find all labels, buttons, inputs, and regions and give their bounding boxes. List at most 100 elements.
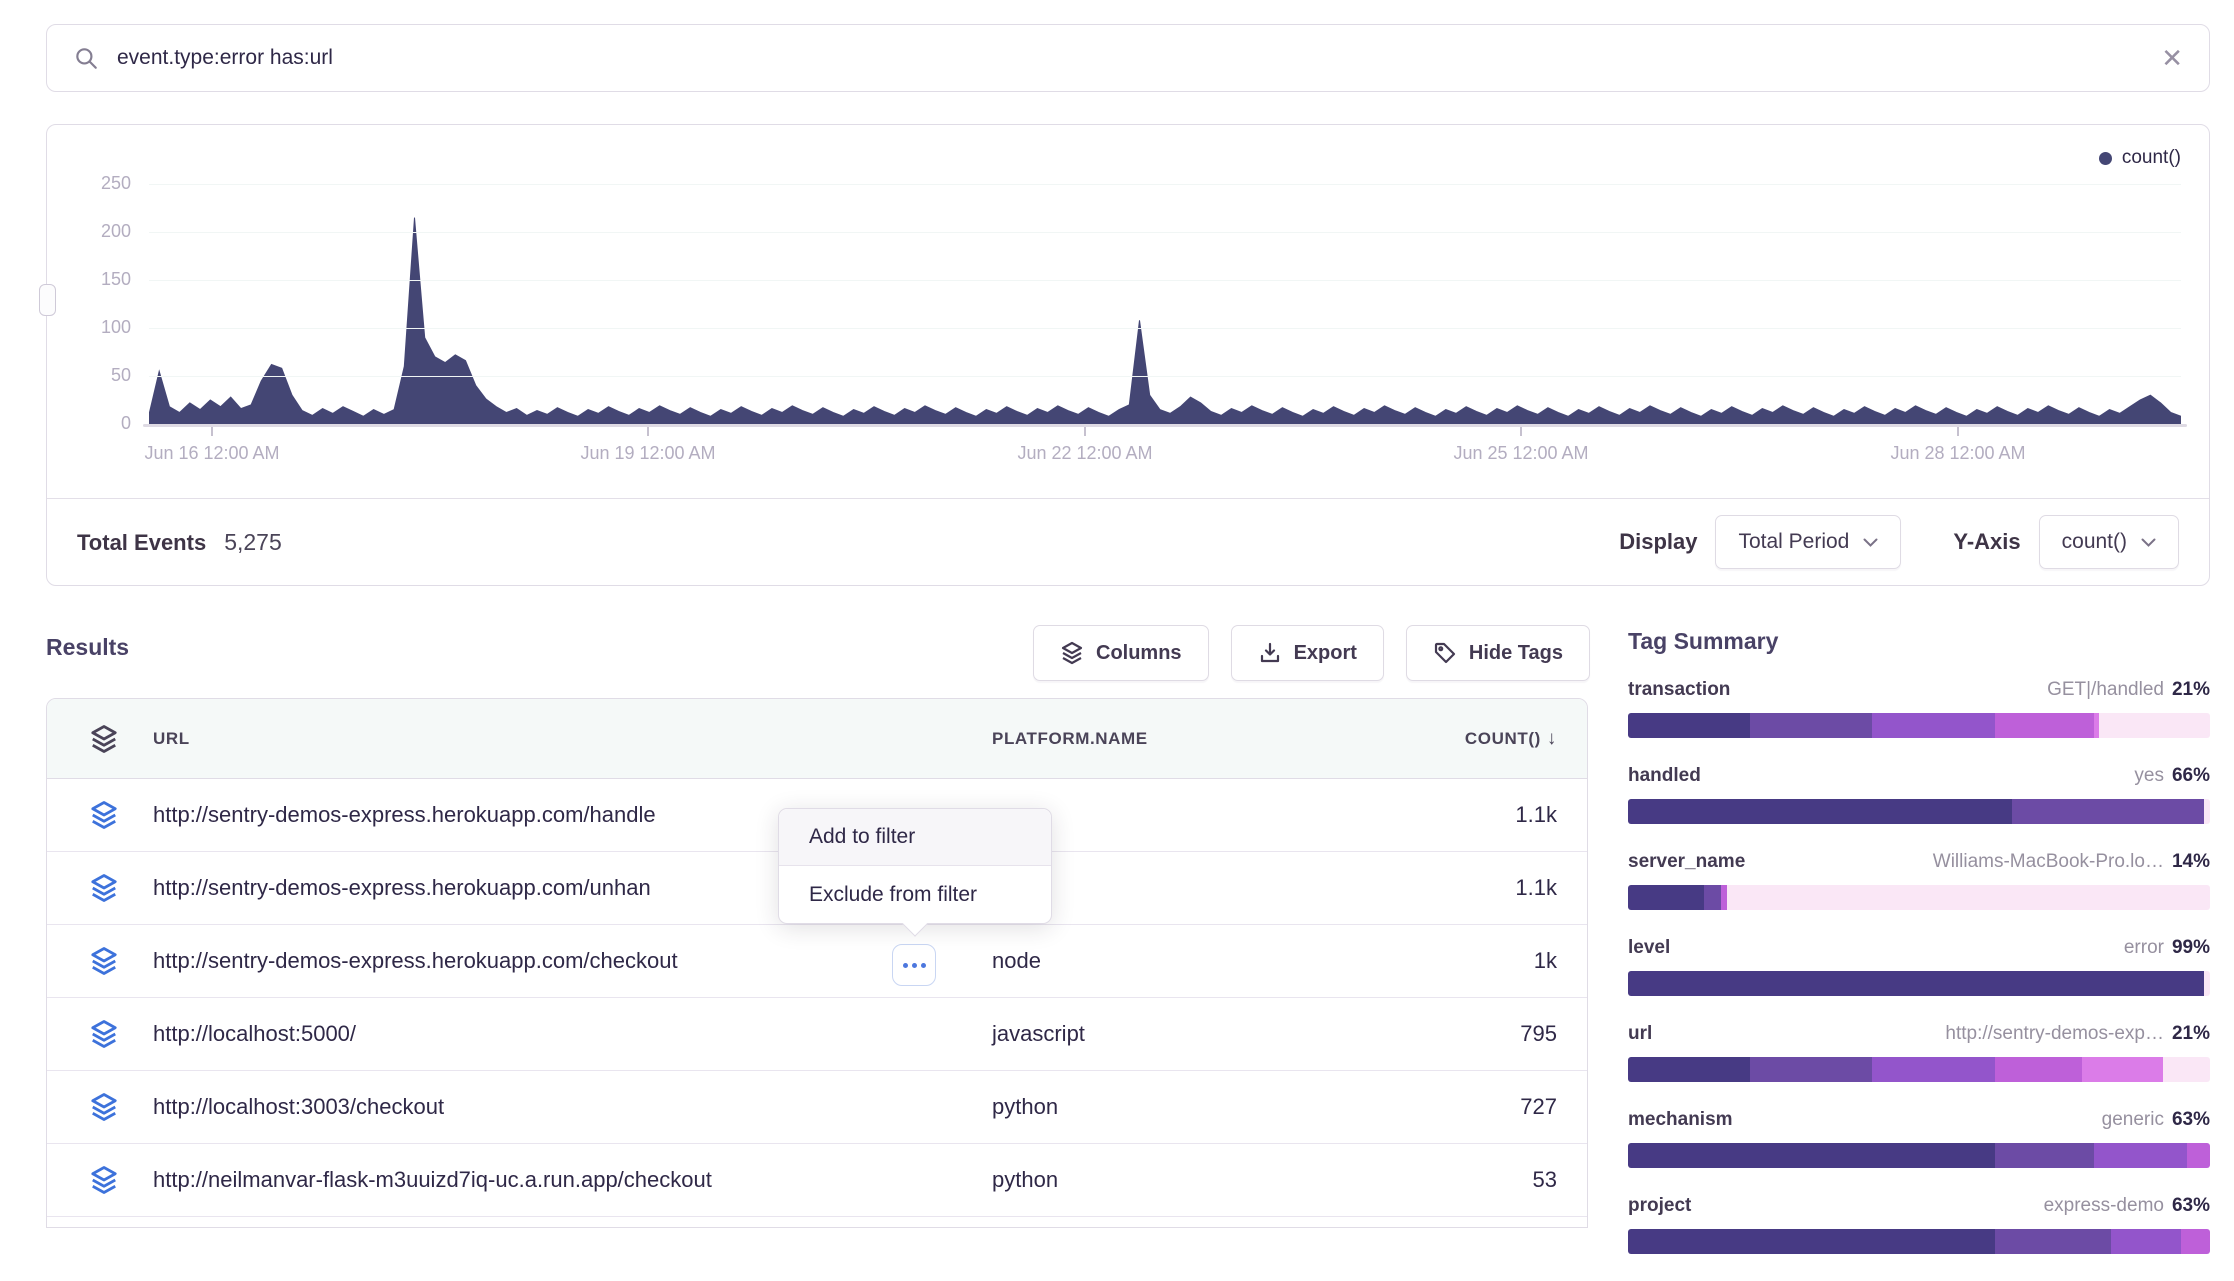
x-axis-tick-label: Jun 25 12:00 AM — [1411, 443, 1631, 464]
columns-button[interactable]: Columns — [1033, 625, 1209, 681]
tag-bar-segment[interactable] — [1628, 799, 2012, 824]
url-cell[interactable]: http://localhost:3003/checkout — [153, 1094, 992, 1120]
discover-page: { "search": { "query": "event.type:error… — [0, 0, 2234, 1224]
columns-button-label: Columns — [1096, 642, 1182, 665]
legend-dot-icon — [2099, 152, 2112, 165]
column-header-count[interactable]: COUNT()↓ — [1412, 728, 1557, 750]
download-icon — [1258, 641, 1282, 665]
y-axis-tick-label: 0 — [69, 413, 131, 434]
yaxis-select-value: count() — [2062, 530, 2127, 554]
total-events-value: 5,275 — [224, 529, 282, 556]
display-select[interactable]: Total Period — [1715, 515, 1901, 569]
tag-distribution-bar[interactable] — [1628, 1057, 2210, 1082]
table-row[interactable]: http://localhost:3003/checkoutpython727 — [47, 1071, 1587, 1144]
x-axis-tick-label: Jun 28 12:00 AM — [1848, 443, 2068, 464]
tag-bar-segment[interactable] — [2012, 799, 2204, 824]
stack-icon — [1060, 641, 1084, 665]
search-bar: ✕ — [46, 24, 2210, 92]
yaxis-select[interactable]: count() — [2039, 515, 2179, 569]
platform-cell[interactable]: node — [992, 948, 1412, 974]
tag-bar-segment[interactable] — [1628, 885, 1704, 910]
tag-bar-segment[interactable] — [1995, 1057, 2082, 1082]
export-button-label: Export — [1294, 642, 1357, 665]
tag-bar-segment[interactable] — [1628, 1057, 1750, 1082]
tag-summary-panel: Tag Summary transactionGET|/handled21%ha… — [1628, 628, 2210, 1281]
tag-bar-segment[interactable] — [1628, 713, 1750, 738]
tag-bar-segment[interactable] — [1628, 1229, 1995, 1254]
tag-bar-segment[interactable] — [1872, 1057, 1994, 1082]
chart-gridline — [149, 376, 2181, 377]
url-cell[interactable]: http://neilmanvar-flask-m3uuizd7iq-uc.a.… — [153, 1167, 992, 1193]
tag-bar-segment[interactable] — [2099, 713, 2210, 738]
tag-distribution-bar[interactable] — [1628, 713, 2210, 738]
x-axis-tick — [1520, 427, 1522, 436]
tag-bar-segment[interactable] — [1704, 885, 1721, 910]
tag-distribution-bar[interactable] — [1628, 1143, 2210, 1168]
tag-bar-segment[interactable] — [1750, 1057, 1872, 1082]
column-header-platform[interactable]: PLATFORM.NAME — [992, 729, 1412, 749]
tag-bar-segment[interactable] — [1628, 971, 2204, 996]
tag-bar-segment[interactable] — [1995, 1143, 2094, 1168]
tag-bar-segment[interactable] — [1628, 1143, 1995, 1168]
tag-bar-segment[interactable] — [2094, 1143, 2187, 1168]
url-cell[interactable]: http://localhost:5000/ — [153, 1021, 992, 1047]
table-row[interactable]: http://sentry-demos-express.herokuapp.co… — [47, 925, 1587, 998]
stack-icon — [89, 873, 125, 903]
count-cell: 1.1k — [1412, 802, 1557, 828]
results-table-header: URL PLATFORM.NAME COUNT()↓ — [47, 699, 1587, 779]
chart-gridline — [149, 328, 2181, 329]
stack-icon — [89, 1019, 125, 1049]
platform-cell[interactable]: javascript — [992, 1021, 1412, 1047]
menu-item-add-to-filter[interactable]: Add to filter — [779, 809, 1051, 866]
chevron-down-icon — [1863, 538, 1878, 547]
panel-resize-grip[interactable] — [39, 284, 56, 316]
tag-bar-segment[interactable] — [1750, 713, 1872, 738]
tag-name: transaction — [1628, 679, 1730, 701]
search-input[interactable] — [117, 46, 2143, 70]
y-axis-tick-label: 200 — [69, 221, 131, 242]
tag-bar-segment[interactable] — [1727, 885, 2210, 910]
tag-bar-segment[interactable] — [2204, 971, 2210, 996]
tag-bar-segment[interactable] — [1995, 713, 2094, 738]
tag-bar-segment[interactable] — [2111, 1229, 2181, 1254]
total-events-label: Total Events — [77, 530, 206, 556]
column-header-url[interactable]: URL — [153, 729, 992, 749]
tag-distribution-bar[interactable] — [1628, 971, 2210, 996]
cell-actions-button[interactable] — [892, 944, 936, 986]
stack-icon — [89, 946, 125, 976]
count-cell: 727 — [1412, 1094, 1557, 1120]
table-row[interactable]: http://neilmanvar-flask-m3uuizd7iq-uc.a.… — [47, 1144, 1587, 1217]
count-cell: 795 — [1412, 1021, 1557, 1047]
y-axis-tick-label: 50 — [69, 365, 131, 386]
export-button[interactable]: Export — [1231, 625, 1384, 681]
close-icon[interactable]: ✕ — [2161, 45, 2183, 71]
chart-legend[interactable]: count() — [2099, 147, 2181, 169]
tag-bar-segment[interactable] — [1995, 1229, 2111, 1254]
platform-cell[interactable]: python — [992, 1167, 1412, 1193]
tag-bar-segment[interactable] — [1872, 713, 1994, 738]
url-cell[interactable]: http://sentry-demos-express.herokuapp.co… — [153, 948, 992, 974]
tag-bar-segment[interactable] — [2204, 799, 2210, 824]
count-cell: 1.1k — [1412, 875, 1557, 901]
tag-bar-segment[interactable] — [2187, 1143, 2210, 1168]
y-axis-tick-label: 250 — [69, 173, 131, 194]
tag-top-value: error99% — [2124, 937, 2210, 959]
tag-distribution-bar[interactable] — [1628, 799, 2210, 824]
tag-name: mechanism — [1628, 1109, 1733, 1131]
x-axis-tick — [211, 427, 213, 436]
tag-summary-block: transactionGET|/handled21% — [1628, 679, 2210, 738]
hide-tags-button[interactable]: Hide Tags — [1406, 625, 1590, 681]
tag-distribution-bar[interactable] — [1628, 1229, 2210, 1254]
platform-cell[interactable]: python — [992, 1094, 1412, 1120]
table-row[interactable]: http://localhost:5000/javascript795 — [47, 998, 1587, 1071]
stack-icon — [89, 724, 125, 754]
tag-bar-segment[interactable] — [2181, 1229, 2210, 1254]
results-toolbar: Columns Export Hide Tags — [1033, 625, 1590, 681]
chevron-down-icon — [2141, 538, 2156, 547]
tag-bar-segment[interactable] — [2082, 1057, 2163, 1082]
tag-summary-block: projectexpress-demo63% — [1628, 1195, 2210, 1254]
tag-bar-segment[interactable] — [2163, 1057, 2210, 1082]
tag-top-value: generic63% — [2102, 1109, 2210, 1131]
display-select-value: Total Period — [1738, 530, 1849, 554]
tag-distribution-bar[interactable] — [1628, 885, 2210, 910]
